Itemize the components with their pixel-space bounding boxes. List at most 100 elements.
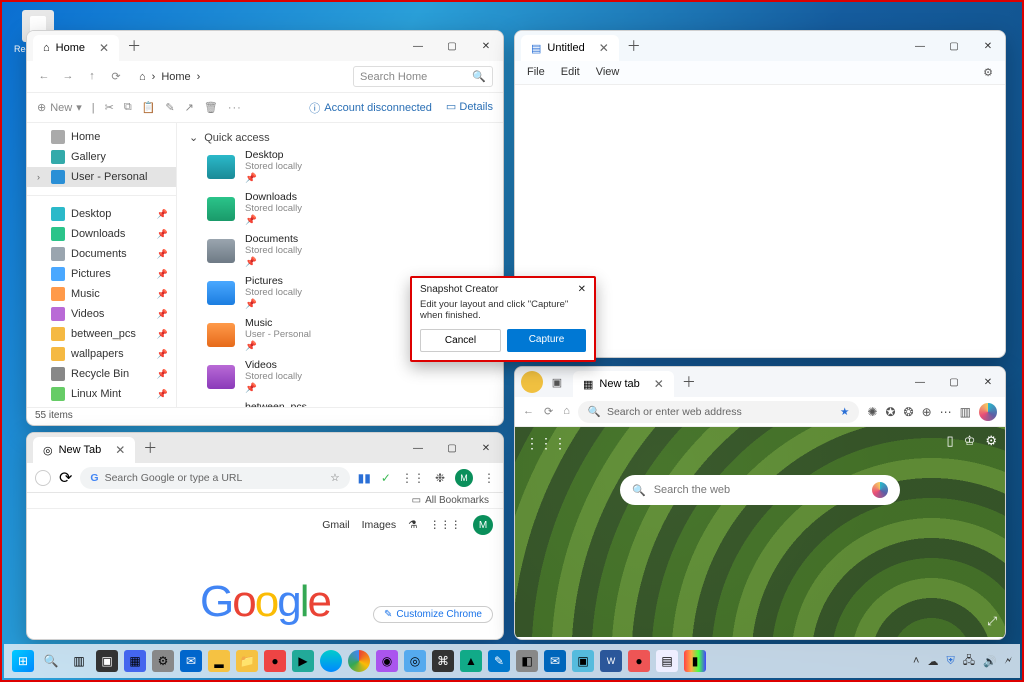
- home-icon[interactable]: ⌂: [563, 405, 570, 418]
- tray-chevron-icon[interactable]: ˄: [913, 655, 919, 667]
- copilot-icon[interactable]: [979, 403, 997, 421]
- labs-icon[interactable]: ⚗: [408, 519, 417, 531]
- close-button[interactable]: ✕: [469, 433, 503, 463]
- share-icon[interactable]: ↗: [185, 101, 194, 114]
- explorer-tab[interactable]: ⌂ Home ✕: [33, 35, 119, 61]
- sidebar-item[interactable]: between_pcs📌: [27, 324, 176, 344]
- new-tab-button[interactable]: ＋: [127, 36, 141, 56]
- breadcrumb-bar[interactable]: ⌂ › Home ›: [131, 68, 345, 86]
- copy-icon[interactable]: ⧉: [124, 101, 132, 114]
- images-link[interactable]: Images: [362, 519, 396, 531]
- quick-access-item[interactable]: DesktopStored locally📌: [177, 146, 503, 188]
- taskbar-app-icon[interactable]: ◧: [516, 650, 538, 672]
- split-icon[interactable]: ▥: [960, 405, 971, 419]
- maximize-button[interactable]: ▢: [435, 433, 469, 463]
- new-tab-button[interactable]: ＋: [627, 36, 641, 56]
- tab-search-icon[interactable]: [35, 470, 51, 486]
- task-view-button[interactable]: ▥: [68, 650, 90, 672]
- edge-titlebar[interactable]: ▣ ▦ New tab ✕ ＋ — ▢ ✕: [515, 367, 1005, 397]
- workspaces-icon[interactable]: ▣: [547, 372, 567, 392]
- quick-access-item[interactable]: VideosStored locally📌: [177, 356, 503, 398]
- close-button[interactable]: ✕: [971, 367, 1005, 397]
- chrome-taskbar-icon[interactable]: [348, 650, 370, 672]
- all-bookmarks[interactable]: All Bookmarks: [425, 495, 489, 506]
- taskbar-app-icon[interactable]: ◉: [376, 650, 398, 672]
- sidebar-item[interactable]: wallpapers📌: [27, 344, 176, 364]
- collections-icon[interactable]: ⊕: [922, 405, 932, 419]
- taskbar-app-icon[interactable]: ▂: [208, 650, 230, 672]
- extensions-icon[interactable]: ⋮⋮: [401, 471, 425, 485]
- close-button[interactable]: ✕: [469, 31, 503, 61]
- quick-access-item[interactable]: DownloadsStored locally📌: [177, 188, 503, 230]
- sidebar-item[interactable]: Pictures📌: [27, 264, 176, 284]
- extension-icon[interactable]: ▮▮: [358, 471, 371, 485]
- taskbar-app-icon[interactable]: ▣: [572, 650, 594, 672]
- apps-icon[interactable]: ⋮⋮⋮: [430, 519, 462, 531]
- start-button[interactable]: ⊞: [12, 650, 34, 672]
- chrome-titlebar[interactable]: ◎ New Tab ✕ ＋ — ▢ ✕: [27, 433, 503, 463]
- profile-avatar[interactable]: M: [473, 515, 493, 535]
- menu-icon[interactable]: ⋮: [483, 471, 495, 485]
- extension-icon[interactable]: ✪: [885, 405, 895, 419]
- explorer-titlebar[interactable]: ⌂ Home ✕ ＋ — ▢ ✕: [27, 31, 503, 61]
- chrome-tab[interactable]: ◎ New Tab ✕: [33, 437, 135, 463]
- menu-icon[interactable]: ⋯: [940, 405, 952, 419]
- sidebar-item[interactable]: Desktop📌: [27, 204, 176, 224]
- minimize-button[interactable]: —: [903, 367, 937, 397]
- system-tray[interactable]: ˄ ☁ ⛨ 🖧 🔊 🗲: [913, 652, 1012, 671]
- customize-chrome-button[interactable]: ✎ Customize Chrome: [373, 606, 493, 623]
- close-button[interactable]: ✕: [971, 31, 1005, 61]
- sidebar-item[interactable]: ›User - Personal: [27, 167, 176, 187]
- cut-icon[interactable]: ✂: [105, 101, 114, 114]
- onedrive-tray-icon[interactable]: ☁: [927, 655, 938, 668]
- security-tray-icon[interactable]: ⛨: [946, 655, 954, 668]
- taskbar-app-icon[interactable]: ▲: [460, 650, 482, 672]
- taskbar-app-icon[interactable]: ✉: [180, 650, 202, 672]
- forward-icon[interactable]: →: [61, 70, 75, 83]
- settings-icon[interactable]: ⚙: [983, 66, 993, 79]
- bookmark-star-icon[interactable]: ☆: [330, 472, 339, 484]
- new-button[interactable]: ⊕ New ▾: [37, 101, 82, 114]
- rename-icon[interactable]: ✎: [165, 101, 174, 114]
- close-tab-icon[interactable]: ✕: [654, 377, 664, 391]
- delete-icon[interactable]: 🗑: [204, 101, 218, 114]
- extensions-puzzle-icon[interactable]: ❉: [435, 471, 445, 485]
- taskbar-app-icon[interactable]: ⚙: [152, 650, 174, 672]
- minimize-button[interactable]: —: [903, 31, 937, 61]
- close-tab-icon[interactable]: ✕: [99, 41, 109, 55]
- minimize-button[interactable]: —: [401, 31, 435, 61]
- favorite-star-icon[interactable]: ★: [840, 406, 849, 418]
- apps-grid-icon[interactable]: ⋮⋮⋮: [525, 435, 567, 452]
- sidebar-item[interactable]: Videos📌: [27, 304, 176, 324]
- edge-profile-icon[interactable]: [521, 371, 543, 393]
- mobile-icon[interactable]: ▯: [947, 433, 954, 449]
- reload-icon[interactable]: ⟳: [544, 405, 553, 418]
- settings-icon[interactable]: ⚙: [985, 433, 997, 449]
- battery-icon[interactable]: 🗲: [1005, 655, 1012, 668]
- new-tab-button[interactable]: ＋: [682, 372, 696, 392]
- taskbar-app-icon[interactable]: ▶: [292, 650, 314, 672]
- sidebar-item[interactable]: Music📌: [27, 284, 176, 304]
- sidebar-item[interactable]: Linux Mint📌: [27, 384, 176, 404]
- sidebar-item[interactable]: Home: [27, 127, 176, 147]
- taskbar-app-icon[interactable]: ◎: [404, 650, 426, 672]
- word-icon[interactable]: W: [600, 650, 622, 672]
- copilot-icon[interactable]: [872, 482, 888, 498]
- quick-access-header[interactable]: ⌄ Quick access: [177, 129, 503, 146]
- search-button[interactable]: 🔍: [40, 650, 62, 672]
- close-tab-icon[interactable]: ✕: [599, 41, 609, 55]
- more-button[interactable]: ···: [228, 102, 242, 114]
- taskbar-app-icon[interactable]: ⌘: [432, 650, 454, 672]
- back-icon[interactable]: ←: [523, 405, 534, 418]
- new-tab-button[interactable]: ＋: [143, 438, 157, 458]
- taskbar-app-icon[interactable]: ▦: [124, 650, 146, 672]
- notepad-taskbar-icon[interactable]: ▤: [656, 650, 678, 672]
- extension-icon[interactable]: ✓: [381, 471, 391, 485]
- taskbar-app-icon[interactable]: ✉: [544, 650, 566, 672]
- volume-icon[interactable]: 🔊: [983, 655, 997, 668]
- taskbar-app-icon[interactable]: ✎: [488, 650, 510, 672]
- maximize-button[interactable]: ▢: [937, 31, 971, 61]
- reload-icon[interactable]: ⟳: [59, 468, 72, 488]
- back-icon[interactable]: ←: [37, 70, 51, 83]
- menu-file[interactable]: File: [527, 66, 545, 79]
